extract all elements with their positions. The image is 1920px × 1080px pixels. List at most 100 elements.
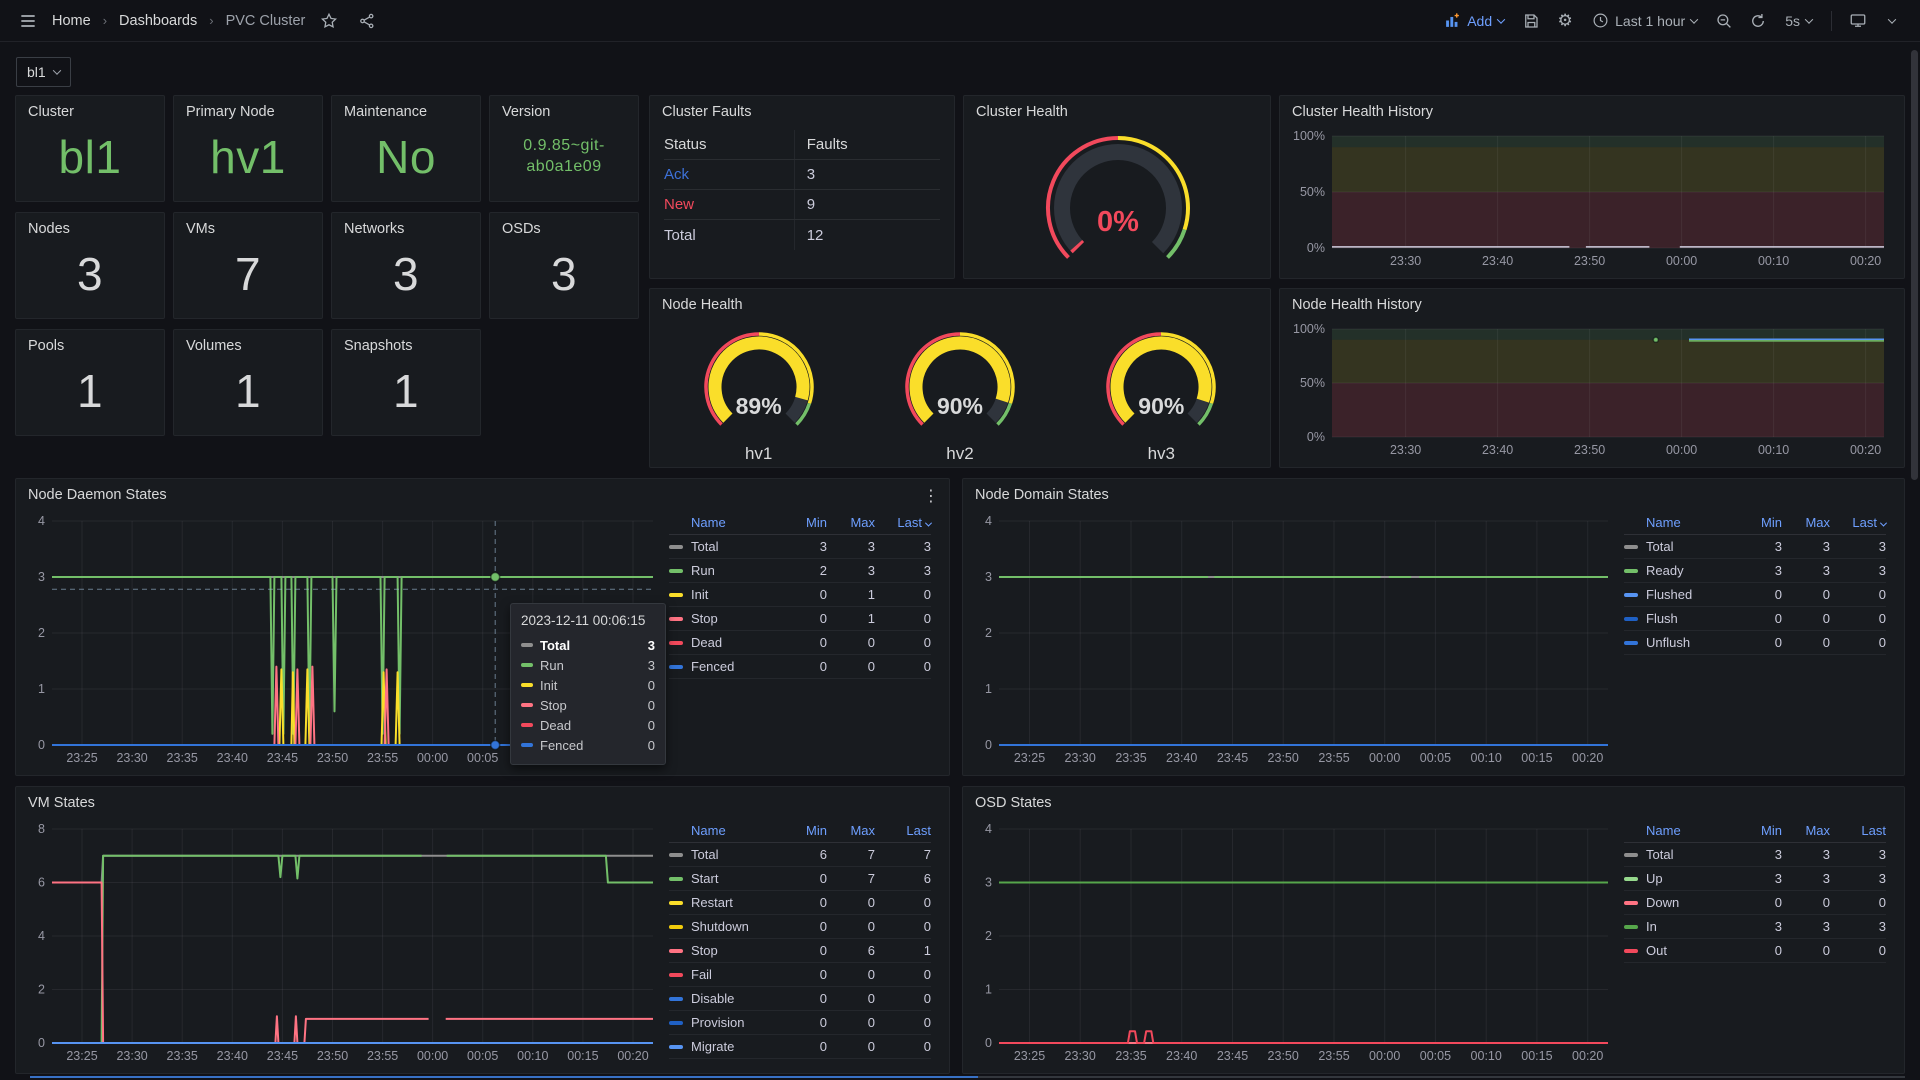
legend-row-stop[interactable]: Stop010 bbox=[669, 607, 931, 631]
legend-header-last[interactable]: Last bbox=[875, 823, 931, 838]
dashboard-settings-icon[interactable]: ⚙ bbox=[1551, 7, 1579, 35]
stat-panel-osds[interactable]: OSDs 3 bbox=[489, 212, 639, 319]
series-color-swatch bbox=[521, 663, 533, 667]
stat-panel-version[interactable]: Version 0.9.85~git-ab0a1e09 bbox=[489, 95, 639, 202]
legend-header-min[interactable]: Min bbox=[779, 823, 827, 838]
legend-header-max[interactable]: Max bbox=[827, 823, 875, 838]
chart-area[interactable]: 0123423:2523:3023:3523:4023:4523:5023:55… bbox=[971, 509, 1618, 769]
legend-row-up[interactable]: Up333 bbox=[1624, 867, 1886, 891]
series-color-swatch bbox=[669, 1045, 683, 1049]
legend-row-start[interactable]: Start076 bbox=[669, 867, 931, 891]
scrollbar-thumb[interactable] bbox=[1911, 50, 1918, 480]
legend-row-out[interactable]: Out000 bbox=[1624, 939, 1886, 963]
svg-text:2: 2 bbox=[985, 626, 992, 640]
table-row-new[interactable]: New9 bbox=[664, 190, 940, 220]
kiosk-mode-icon[interactable] bbox=[1844, 7, 1872, 35]
legend-row-in[interactable]: In333 bbox=[1624, 915, 1886, 939]
legend-row-migrate[interactable]: Migrate000 bbox=[669, 1035, 931, 1059]
stat-value: 1 bbox=[16, 354, 164, 435]
chevron-down-icon bbox=[1497, 15, 1505, 23]
legend-header-max[interactable]: Max bbox=[827, 515, 875, 530]
svg-text:00:20: 00:20 bbox=[617, 1049, 648, 1063]
svg-text:00:10: 00:10 bbox=[1471, 1049, 1502, 1063]
stat-panel-vms[interactable]: VMs 7 bbox=[173, 212, 323, 319]
stat-panel-snapshots[interactable]: Snapshots 1 bbox=[331, 329, 481, 436]
legend-header-min[interactable]: Min bbox=[1734, 515, 1782, 530]
svg-text:0: 0 bbox=[38, 1036, 45, 1050]
time-range-picker[interactable]: Last 1 hour bbox=[1585, 8, 1704, 33]
series-color-swatch bbox=[669, 617, 683, 621]
svg-text:00:15: 00:15 bbox=[567, 1049, 598, 1063]
table-row-ack[interactable]: Ack3 bbox=[664, 160, 940, 190]
panel-title: Node Daemon States bbox=[16, 479, 949, 503]
menu-toggle-icon[interactable] bbox=[14, 7, 42, 35]
legend-row-down[interactable]: Down000 bbox=[1624, 891, 1886, 915]
legend-row-fail[interactable]: Fail000 bbox=[669, 963, 931, 987]
legend-header-last[interactable]: Last bbox=[1830, 823, 1886, 838]
legend-row-stop[interactable]: Stop061 bbox=[669, 939, 931, 963]
legend-header-max[interactable]: Max bbox=[1782, 823, 1830, 838]
legend-row-total[interactable]: Total333 bbox=[1624, 843, 1886, 867]
legend-row-ready[interactable]: Ready333 bbox=[1624, 559, 1886, 583]
series-color-swatch bbox=[1624, 925, 1638, 929]
legend-row-disable[interactable]: Disable000 bbox=[669, 987, 931, 1011]
panel-cluster-health: Cluster Health 0% bbox=[963, 95, 1271, 279]
table-row-total[interactable]: Total12 bbox=[664, 220, 940, 250]
stat-panel-pools[interactable]: Pools 1 bbox=[15, 329, 165, 436]
add-panel-button[interactable]: Add bbox=[1437, 8, 1511, 33]
variable-picker-cluster[interactable]: bl1 bbox=[16, 57, 71, 87]
legend-row-shutdown[interactable]: Shutdown000 bbox=[669, 915, 931, 939]
svg-text:00:00: 00:00 bbox=[417, 751, 448, 765]
chart-area[interactable]: 0%50%100%23:3023:4023:5000:0000:1000:20 bbox=[1288, 126, 1894, 272]
chart-area[interactable]: 0123423:2523:3023:3523:4023:4523:5023:55… bbox=[971, 817, 1618, 1067]
breadcrumb-home[interactable]: Home bbox=[52, 13, 91, 29]
legend-row-run[interactable]: Run233 bbox=[669, 559, 931, 583]
legend-header-last[interactable]: Last bbox=[1830, 515, 1886, 530]
svg-text:23:25: 23:25 bbox=[1014, 751, 1045, 765]
refresh-icon[interactable] bbox=[1744, 7, 1772, 35]
chart-tooltip: 2023-12-11 00:06:15 Total3Run3Init0Stop0… bbox=[510, 603, 666, 765]
svg-text:00:15: 00:15 bbox=[1521, 751, 1552, 765]
stat-panel-nodes[interactable]: Nodes 3 bbox=[15, 212, 165, 319]
series-color-swatch bbox=[669, 641, 683, 645]
legend-row-restart[interactable]: Restart000 bbox=[669, 891, 931, 915]
svg-text:23:30: 23:30 bbox=[116, 1049, 147, 1063]
svg-text:3: 3 bbox=[985, 876, 992, 890]
stat-panel-maintenance[interactable]: Maintenance No bbox=[331, 95, 481, 202]
stat-panel-cluster[interactable]: Cluster bl1 bbox=[15, 95, 165, 202]
legend-header-last[interactable]: Last bbox=[875, 515, 931, 530]
share-icon[interactable] bbox=[353, 7, 381, 35]
legend-row-flush[interactable]: Flush000 bbox=[1624, 607, 1886, 631]
legend-row-init[interactable]: Init010 bbox=[669, 583, 931, 607]
refresh-interval-picker[interactable]: 5s bbox=[1778, 9, 1819, 33]
breadcrumb-dashboards[interactable]: Dashboards bbox=[119, 13, 197, 29]
series-color-swatch bbox=[1624, 593, 1638, 597]
stat-panel-networks[interactable]: Networks 3 bbox=[331, 212, 481, 319]
svg-text:00:00: 00:00 bbox=[1369, 1049, 1400, 1063]
legend-header-min[interactable]: Min bbox=[1734, 823, 1782, 838]
zoom-out-time-icon[interactable] bbox=[1710, 7, 1738, 35]
chart-area[interactable]: 0246823:2523:3023:3523:4023:4523:5023:55… bbox=[24, 817, 663, 1067]
legend-header-min[interactable]: Min bbox=[779, 515, 827, 530]
legend-row-total[interactable]: Total677 bbox=[669, 843, 931, 867]
stat-panel-primary-node[interactable]: Primary Node hv1 bbox=[173, 95, 323, 202]
legend-row-unflush[interactable]: Unflush000 bbox=[1624, 631, 1886, 655]
series-color-swatch bbox=[521, 723, 533, 727]
svg-text:23:35: 23:35 bbox=[167, 751, 198, 765]
legend-header: NameMinMaxLast bbox=[669, 819, 931, 843]
legend-row-dead[interactable]: Dead000 bbox=[669, 631, 931, 655]
legend-row-provision[interactable]: Provision000 bbox=[669, 1011, 931, 1035]
chart-area[interactable]: 0%50%100%23:3023:4023:5000:0000:1000:20 bbox=[1288, 319, 1894, 461]
svg-text:0: 0 bbox=[38, 738, 45, 752]
stat-panel-volumes[interactable]: Volumes 1 bbox=[173, 329, 323, 436]
star-icon[interactable] bbox=[315, 7, 343, 35]
svg-text:4: 4 bbox=[985, 514, 992, 528]
legend-row-fenced[interactable]: Fenced000 bbox=[669, 655, 931, 679]
save-dashboard-icon[interactable] bbox=[1517, 7, 1545, 35]
legend-row-total[interactable]: Total333 bbox=[669, 535, 931, 559]
panel-menu-icon[interactable]: ⋮ bbox=[923, 486, 939, 506]
legend-row-flushed[interactable]: Flushed000 bbox=[1624, 583, 1886, 607]
legend-header-max[interactable]: Max bbox=[1782, 515, 1830, 530]
toolbar-more-icon[interactable] bbox=[1878, 7, 1906, 35]
legend-row-total[interactable]: Total333 bbox=[1624, 535, 1886, 559]
